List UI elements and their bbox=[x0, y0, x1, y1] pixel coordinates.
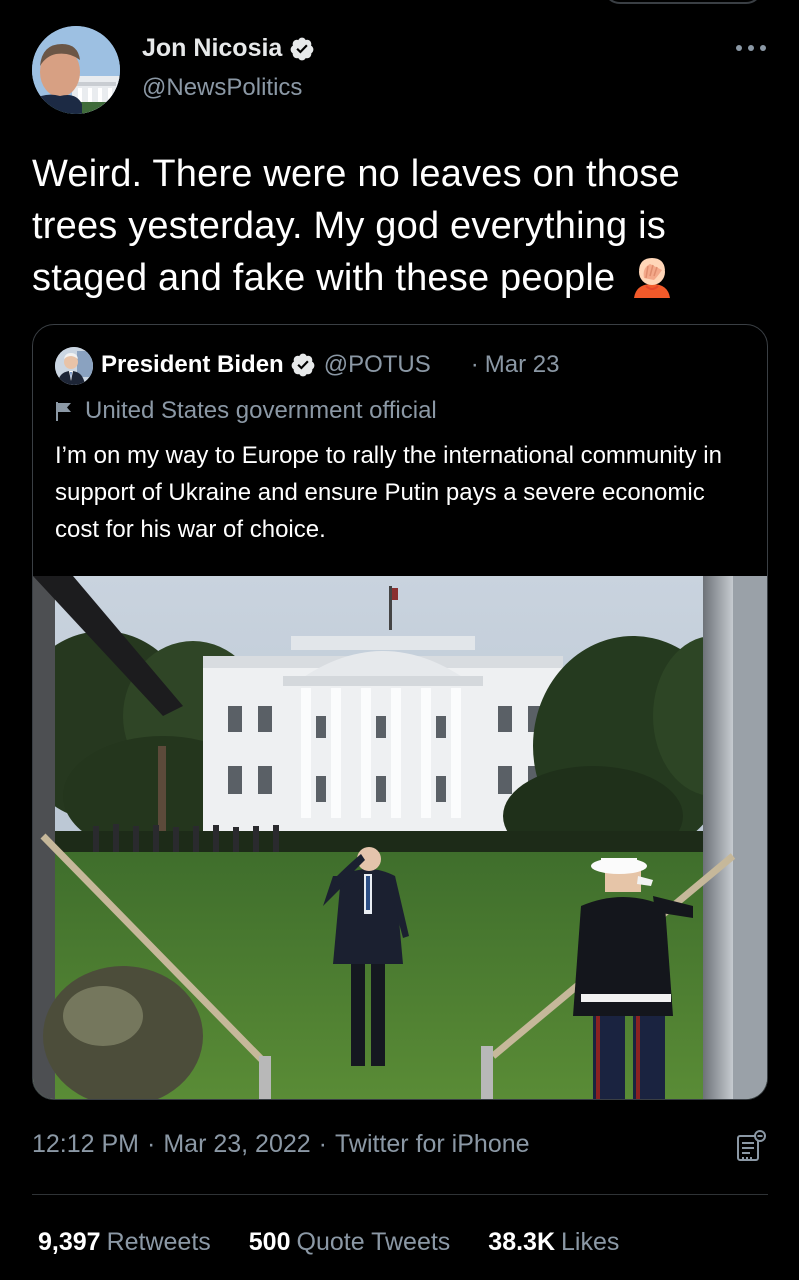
retweets-count: 9,397 bbox=[38, 1228, 101, 1256]
tweet-analytics-icon[interactable] bbox=[736, 1130, 768, 1164]
quoted-header: President Biden @POTUS · Mar 23 bbox=[101, 351, 559, 379]
tweet-time[interactable]: 12:12 PM bbox=[32, 1130, 139, 1158]
quote-tweets-count: 500 bbox=[248, 1228, 291, 1256]
quoted-author-handle[interactable]: @POTUS bbox=[324, 351, 431, 379]
quoted-author-avatar-image bbox=[55, 347, 93, 385]
tweet-text-body: Weird. There were no leaves on those tre… bbox=[32, 153, 680, 299]
author-avatar-image bbox=[32, 26, 120, 114]
quoted-tweet[interactable]: President Biden @POTUS · Mar 23 United S… bbox=[32, 324, 768, 1100]
quote-tweets-label: Quote Tweets bbox=[296, 1228, 451, 1256]
verified-badge-icon bbox=[290, 37, 314, 60]
tweet-meta: 12:12 PM · Mar 23, 2022 · Twitter for iPhone bbox=[32, 1130, 530, 1159]
quoted-author-avatar[interactable] bbox=[55, 347, 93, 385]
tweet-text: Weird. There were no leaves on those tre… bbox=[32, 148, 772, 304]
quoted-separator: · bbox=[470, 351, 479, 378]
tweet-stats: 9,397 Retweets 500 Quote Tweets 38.3K Likes bbox=[38, 1228, 657, 1257]
author-name[interactable]: Jon Nicosia bbox=[142, 34, 315, 63]
flag-icon bbox=[56, 402, 71, 421]
quoted-author-name[interactable]: President Biden bbox=[101, 351, 284, 379]
tweet-date[interactable]: Mar 23, 2022 bbox=[163, 1130, 310, 1158]
likes-stat[interactable]: 38.3K Likes bbox=[488, 1228, 619, 1257]
quote-tweets-stat[interactable]: 500 Quote Tweets bbox=[249, 1228, 451, 1257]
white-house-photo bbox=[33, 576, 767, 1099]
author-name-text: Jon Nicosia bbox=[142, 34, 283, 62]
author-avatar[interactable] bbox=[32, 26, 120, 114]
quoted-tweet-text: I’m on my way to Europe to rally the int… bbox=[55, 442, 722, 543]
verified-badge-icon bbox=[291, 353, 315, 377]
quoted-media-photo[interactable] bbox=[33, 576, 767, 1099]
retweets-label: Retweets bbox=[106, 1228, 211, 1256]
divider bbox=[32, 1194, 768, 1195]
retweets-stat[interactable]: 9,397 Retweets bbox=[38, 1228, 211, 1257]
meta-separator: · bbox=[147, 1130, 156, 1158]
meta-separator: · bbox=[318, 1130, 327, 1158]
government-label: United States government official bbox=[55, 397, 437, 425]
government-label-text: United States government official bbox=[85, 397, 437, 424]
more-options-icon[interactable] bbox=[736, 38, 766, 58]
likes-count: 38.3K bbox=[488, 1228, 556, 1256]
facepalm-emoji-icon bbox=[634, 258, 671, 298]
author-handle[interactable]: @NewsPolitics bbox=[142, 74, 302, 102]
tweet-source[interactable]: Twitter for iPhone bbox=[335, 1130, 530, 1158]
quoted-date[interactable]: Mar 23 bbox=[485, 351, 560, 379]
top-nav-pill[interactable] bbox=[603, 0, 763, 4]
likes-label: Likes bbox=[561, 1228, 620, 1256]
